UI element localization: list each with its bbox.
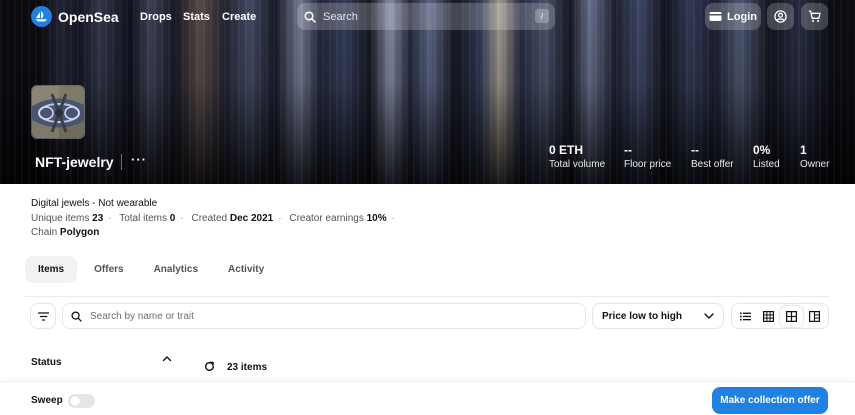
refresh-icon[interactable] [204,361,215,372]
stat-owners: 1 Owner [800,143,829,170]
results-count: 23 items [227,362,268,373]
toggle-knob [70,396,80,406]
meta-chain-value: Polygon [59,227,100,238]
grid-medium-button[interactable] [780,305,803,327]
meta-created-label: Created [191,213,228,224]
meta-created-value: Dec 2021 [229,213,274,224]
stat-label: Total volume [549,159,606,170]
meta-chain-label: Chain [31,227,58,238]
collection-meta-row: Unique items 23 · Total items 0 · Created … [31,213,395,224]
top-navbar: OpenSea Drops Stats Create Search / Logi… [0,0,855,34]
collection-title: NFT-jewelry [35,154,114,170]
sort-selected-label: Price low to high [602,310,683,322]
grid-small-icon [763,310,774,322]
tab-items[interactable]: Items [25,256,78,283]
tab-activity[interactable]: Activity [215,256,277,283]
filter-icon [37,311,49,321]
search-shortcut-key: / [535,9,549,23]
sweep-label: Sweep [31,395,63,406]
meta-total-items-value: 0 [169,213,176,224]
account-button[interactable] [767,3,794,30]
trait-search-input[interactable]: Search by name or trait [62,303,586,329]
collection-tabs: Items Offers Analytics Activity [25,256,277,283]
sort-dropdown[interactable]: Price low to high [592,303,724,329]
opensea-logo-icon [31,6,52,27]
wallet-icon [709,12,722,21]
tabs-divider [25,296,830,297]
more-options-icon[interactable]: ··· [131,152,147,167]
login-label: Login [727,10,757,23]
stat-listed: 0% Listed [753,143,780,170]
stat-label: Listed [753,159,780,170]
meta-unique-items-label: Unique items [31,213,90,224]
brand-name: OpenSea [58,8,119,25]
tab-offers[interactable]: Offers [81,256,136,283]
stat-floor-price: -- Floor price [624,143,671,170]
stat-label: Best offer [691,159,734,170]
search-placeholder: Search [323,10,358,23]
meta-total-items-label: Total items [119,213,168,224]
tab-analytics[interactable]: Analytics [141,256,211,283]
cart-button[interactable] [801,3,828,30]
opensea-logo[interactable]: OpenSea [31,6,119,27]
account-icon [774,10,787,23]
list-view-button[interactable] [734,306,757,327]
filter-toggle-button[interactable] [30,303,56,329]
nav-link-create[interactable]: Create [222,11,256,23]
nav-link-stats[interactable]: Stats [183,11,210,23]
global-search[interactable]: Search / [297,3,555,30]
cart-icon [808,10,821,22]
grid-large-button[interactable] [803,306,826,327]
title-divider [121,154,122,170]
view-mode-switcher [731,303,829,329]
chevron-up-icon[interactable] [162,355,172,363]
stat-value: -- [691,143,699,157]
login-button[interactable]: Login [705,3,761,30]
collection-description: Digital jewels - Not wearable [31,198,158,209]
chevron-down-icon [704,313,714,319]
stat-best-offer: -- Best offer [691,143,734,170]
search-icon [304,10,316,23]
grid-small-button[interactable] [757,306,780,327]
stat-value: 1 [800,143,807,157]
collection-chain-row: Chain Polygon [31,227,99,238]
grid-medium-icon [786,310,797,322]
make-collection-offer-button[interactable]: Make collection offer [712,387,828,414]
bottom-action-bar: Sweep Make collection offer [0,381,855,415]
sweep-toggle[interactable] [68,394,95,408]
stat-label: Floor price [624,159,672,170]
list-view-icon [740,312,751,320]
grid-large-icon [809,310,820,322]
stat-value: 0% [753,143,771,157]
collection-avatar [31,85,85,139]
stat-total-volume: 0 ETH Total volume [549,143,605,170]
meta-creator-earnings-label: Creator earnings [289,213,364,224]
search-icon [71,310,82,322]
meta-creator-earnings-value: 10% [366,213,387,224]
meta-unique-items-value: 23 [92,213,104,224]
nav-link-drops[interactable]: Drops [140,11,172,23]
status-filter-heading[interactable]: Status [31,357,62,368]
stat-value: -- [624,143,632,157]
trait-search-placeholder: Search by name or trait [90,310,194,322]
stat-label: Owner [800,159,830,170]
stat-value: 0 ETH [549,143,584,157]
